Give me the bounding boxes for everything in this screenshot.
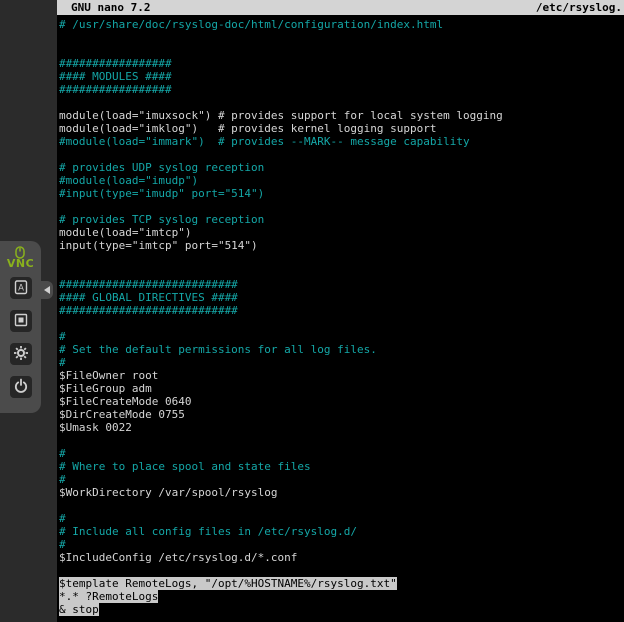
buffer-line: # Include all config files in /etc/rsysl…: [59, 525, 624, 538]
nano-titlebar: GNU nano 7.2 /etc/rsyslog.: [57, 0, 624, 15]
buffer-line: #### GLOBAL DIRECTIVES ####: [59, 291, 624, 304]
clipboard-button[interactable]: A: [10, 277, 32, 299]
buffer-line: & stop: [59, 603, 624, 616]
power-icon: [13, 378, 29, 397]
buffer-line: # provides UDP syslog reception: [59, 161, 624, 174]
terminal-window[interactable]: GNU nano 7.2 /etc/rsyslog. # /usr/share/…: [57, 0, 624, 622]
buffer-line: # /usr/share/doc/rsyslog-doc/html/config…: [59, 18, 624, 31]
buffer-line: *.* ?RemoteLogs: [59, 590, 624, 603]
novnc-logo-text: VNC: [7, 259, 34, 269]
buffer-line: # Where to place spool and state files: [59, 460, 624, 473]
buffer-line: $DirCreateMode 0755: [59, 408, 624, 421]
buffer-line: $FileGroup adm: [59, 382, 624, 395]
novnc-logo: VNC: [7, 246, 34, 269]
power-button[interactable]: [10, 376, 32, 398]
buffer-line: [59, 31, 624, 44]
buffer-line: [59, 252, 624, 265]
buffer-line: #################: [59, 83, 624, 96]
buffer-line: $WorkDirectory /var/spool/rsyslog: [59, 486, 624, 499]
desktop: GNU nano 7.2 /etc/rsyslog. # /usr/share/…: [0, 0, 624, 622]
buffer-line: #module(load="immark") # provides --MARK…: [59, 135, 624, 148]
buffer-line: input(type="imtcp" port="514"): [59, 239, 624, 252]
buffer-line: [59, 317, 624, 330]
buffer-line: $FileCreateMode 0640: [59, 395, 624, 408]
buffer-line: #: [59, 330, 624, 343]
buffer-line: $template RemoteLogs, "/opt/%HOSTNAME%/r…: [59, 577, 624, 590]
clipboard-icon: A: [13, 279, 29, 298]
buffer-line: module(load="imklog") # provides kernel …: [59, 122, 624, 135]
buffer-line: #: [59, 447, 624, 460]
buffer-line: [59, 499, 624, 512]
buffer-line: [59, 148, 624, 161]
nano-app-title: GNU nano 7.2: [71, 1, 150, 14]
novnc-control-bar: VNC A: [0, 241, 41, 413]
buffer-line: [59, 44, 624, 57]
buffer-line: [59, 564, 624, 577]
buffer-line: [59, 200, 624, 213]
buffer-line: #: [59, 473, 624, 486]
buffer-line: [59, 96, 624, 109]
buffer-line: [59, 434, 624, 447]
buffer-line: #input(type="imudp" port="514"): [59, 187, 624, 200]
buffer-line: #: [59, 512, 624, 525]
buffer-line: ###########################: [59, 304, 624, 317]
buffer-line: # provides TCP syslog reception: [59, 213, 624, 226]
buffer-line: $Umask 0022: [59, 421, 624, 434]
buffer-line: ###########################: [59, 278, 624, 291]
buffer-line: #### MODULES ####: [59, 70, 624, 83]
buffer-line: module(load="imtcp"): [59, 226, 624, 239]
buffer-line: [59, 265, 624, 278]
gear-icon: [13, 345, 29, 364]
nano-buffer[interactable]: # /usr/share/doc/rsyslog-doc/html/config…: [57, 15, 624, 616]
fullscreen-button[interactable]: [10, 310, 32, 332]
settings-button[interactable]: [10, 343, 32, 365]
buffer-line: module(load="imuxsock") # provides suppo…: [59, 109, 624, 122]
nano-filename: /etc/rsyslog.: [536, 1, 622, 14]
svg-text:A: A: [18, 283, 24, 293]
fullscreen-icon: [13, 312, 29, 331]
buffer-line: #module(load="imudp"): [59, 174, 624, 187]
buffer-line: $FileOwner root: [59, 369, 624, 382]
buffer-line: #: [59, 356, 624, 369]
control-bar-handle[interactable]: [41, 281, 53, 299]
buffer-line: $IncludeConfig /etc/rsyslog.d/*.conf: [59, 551, 624, 564]
buffer-line: #: [59, 538, 624, 551]
buffer-line: #################: [59, 57, 624, 70]
collapse-left-arrow-icon: [44, 286, 50, 294]
buffer-line: # Set the default permissions for all lo…: [59, 343, 624, 356]
